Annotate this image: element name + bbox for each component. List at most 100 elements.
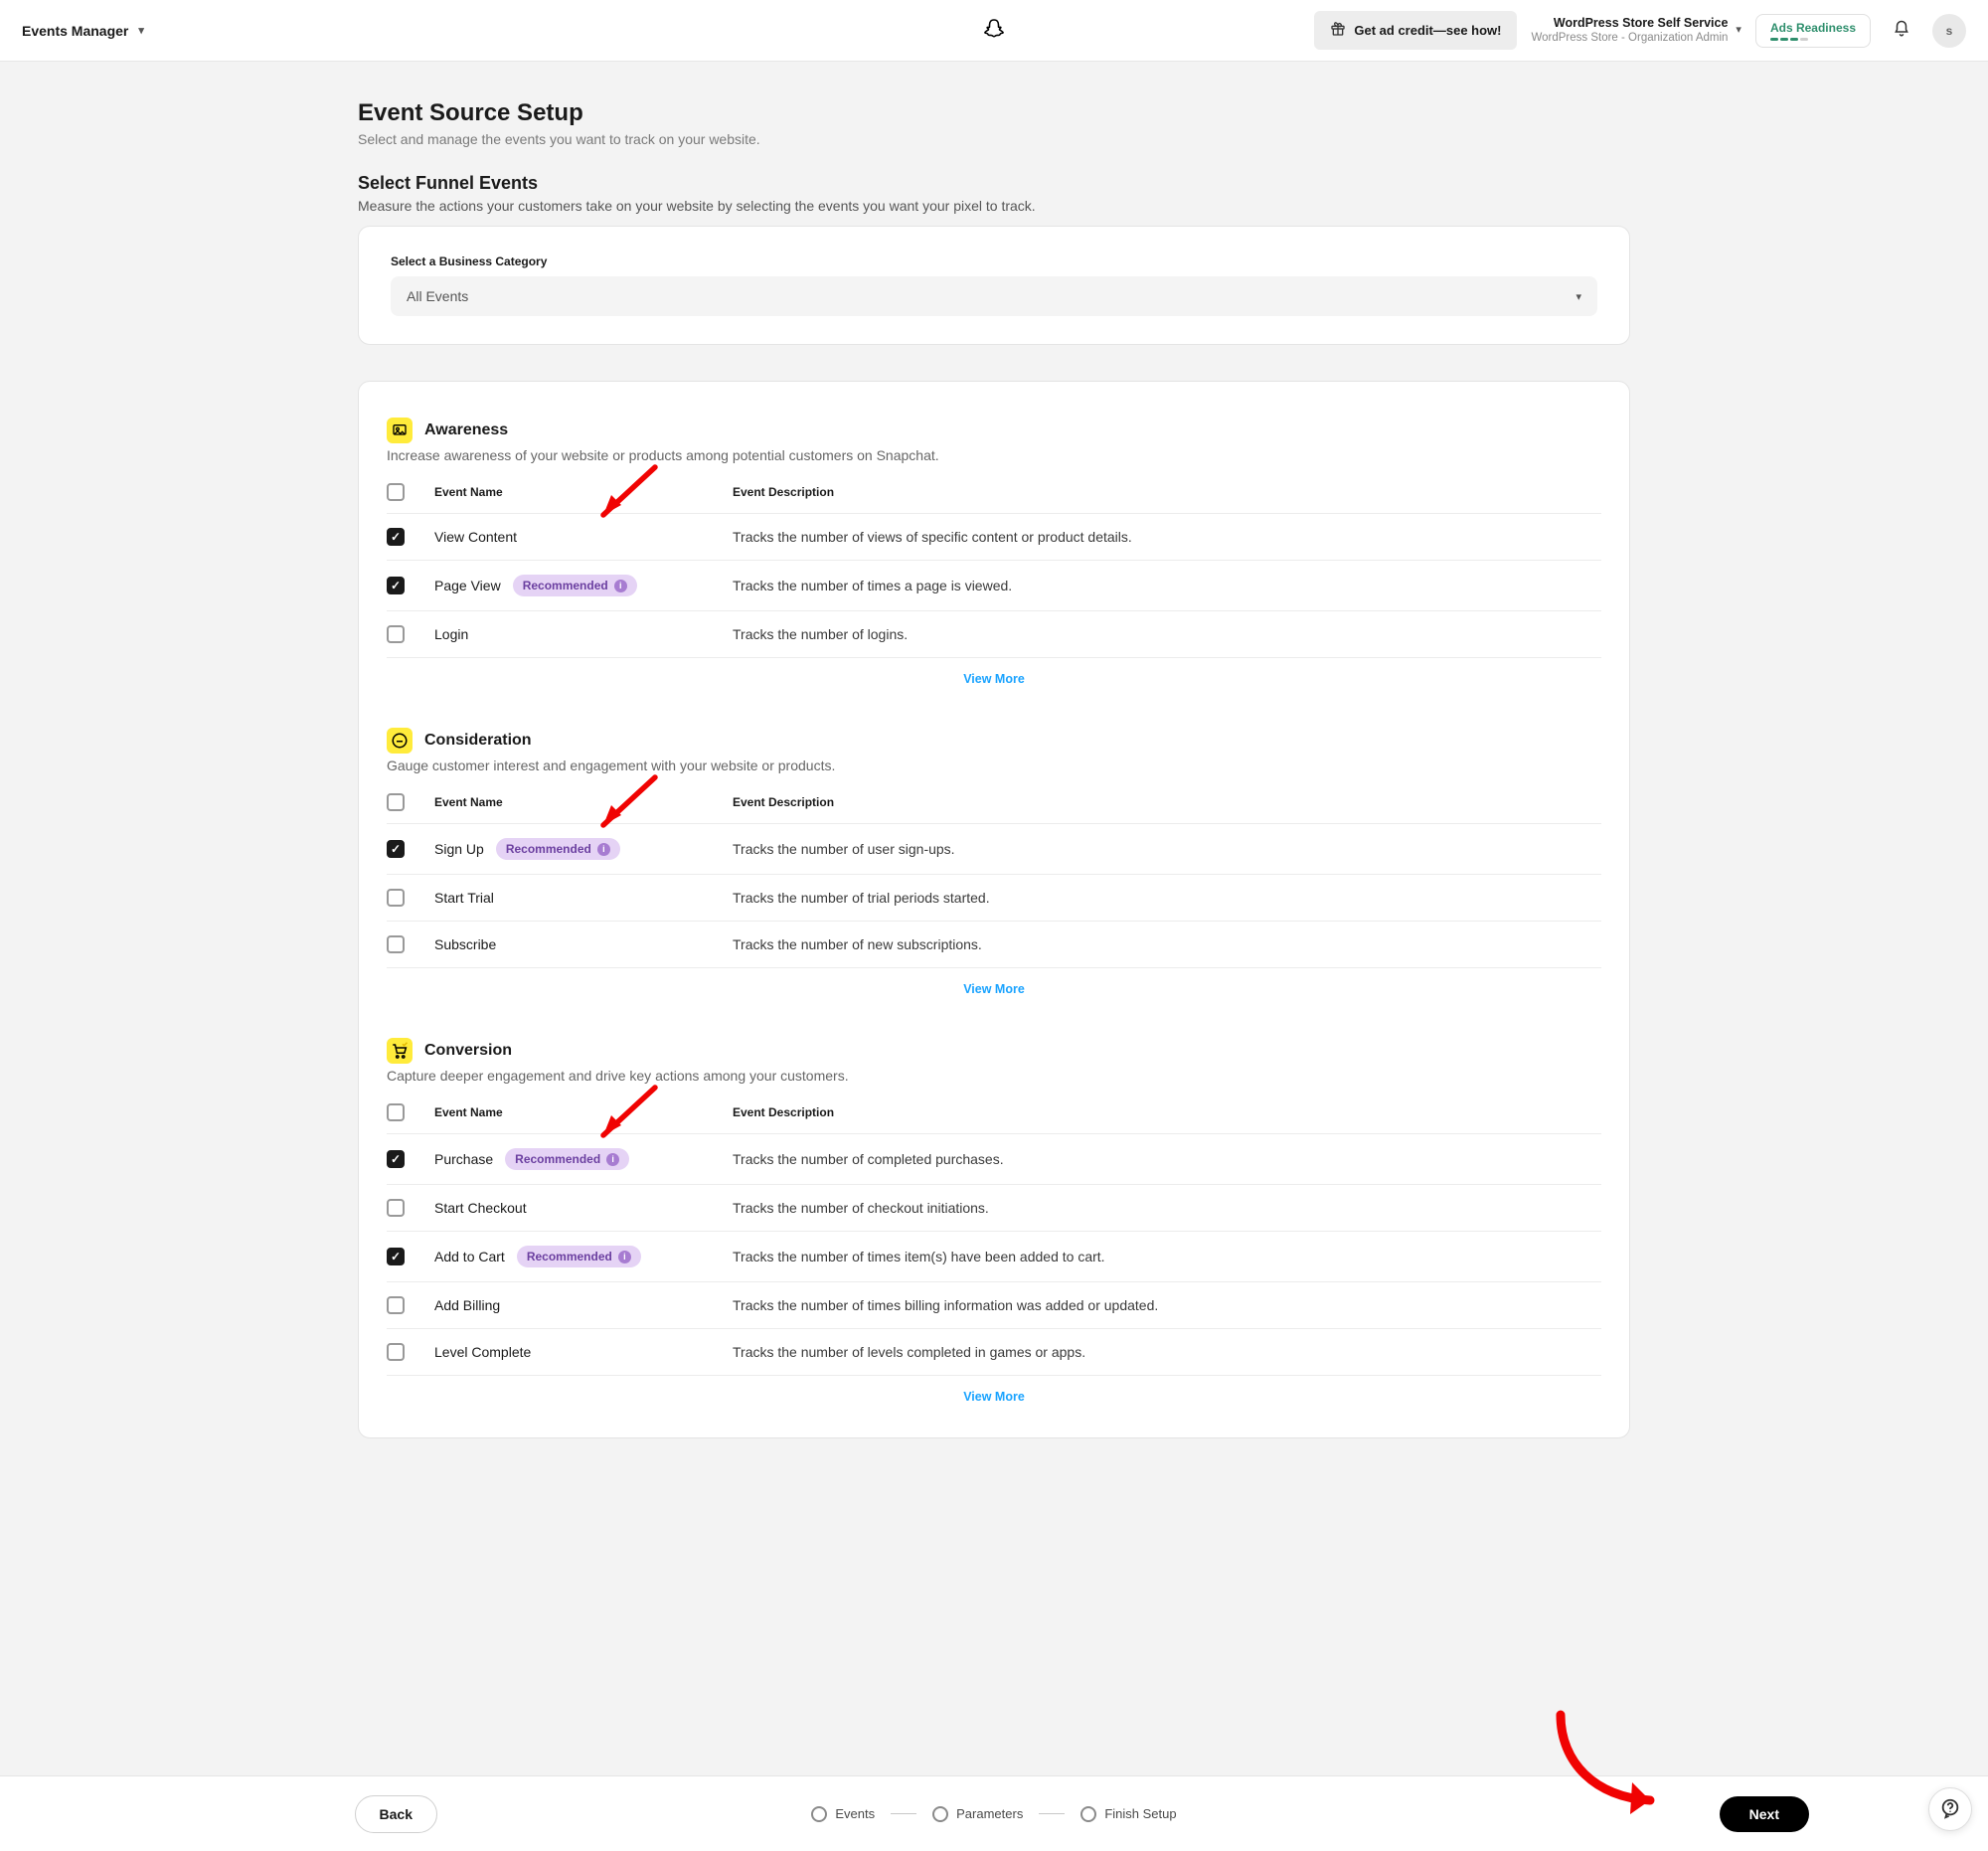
help-button[interactable] bbox=[1928, 1787, 1972, 1831]
stepper-divider bbox=[1039, 1813, 1065, 1814]
category-label: Select a Business Category bbox=[391, 254, 1597, 268]
event-checkbox[interactable] bbox=[387, 889, 405, 907]
select-all-checkbox[interactable] bbox=[387, 1103, 405, 1121]
logo-area bbox=[982, 17, 1006, 44]
notifications-button[interactable] bbox=[1885, 14, 1918, 48]
chevron-down-icon: ▾ bbox=[1575, 290, 1581, 303]
category-select[interactable]: All Events ▾ bbox=[391, 276, 1597, 316]
section-desc: Capture deeper engagement and drive key … bbox=[387, 1068, 1601, 1084]
section-desc: Increase awareness of your website or pr… bbox=[387, 447, 1601, 463]
view-more-link[interactable]: View More bbox=[963, 982, 1025, 996]
info-icon: i bbox=[606, 1153, 619, 1166]
event-checkbox[interactable] bbox=[387, 840, 405, 858]
progress-dashes-icon bbox=[1770, 38, 1856, 41]
nav-dropdown-events-manager[interactable]: Events Manager ▾ bbox=[22, 23, 144, 39]
event-desc: Tracks the number of checkout initiation… bbox=[733, 1200, 1601, 1216]
avatar-initial: s bbox=[1946, 24, 1953, 38]
event-name: Add Billing bbox=[434, 1297, 500, 1313]
funnel-desc: Measure the actions your customers take … bbox=[358, 198, 1630, 214]
event-checkbox[interactable] bbox=[387, 1150, 405, 1168]
table-head: Event Name Event Description bbox=[387, 781, 1601, 824]
event-checkbox[interactable] bbox=[387, 1296, 405, 1314]
funnel-subhead: Select Funnel Events Measure the actions… bbox=[358, 173, 1630, 214]
event-desc: Tracks the number of user sign-ups. bbox=[733, 841, 1601, 857]
nav-title: Events Manager bbox=[22, 23, 128, 39]
info-icon: i bbox=[597, 843, 610, 856]
event-desc: Tracks the number of views of specific c… bbox=[733, 529, 1601, 545]
section-desc: Gauge customer interest and engagement w… bbox=[387, 757, 1601, 773]
col-event-name: Event Name bbox=[434, 485, 733, 499]
radio-icon bbox=[1080, 1806, 1096, 1822]
event-name: Start Trial bbox=[434, 890, 494, 906]
org-title: WordPress Store Self Service bbox=[1531, 15, 1728, 31]
chevron-down-icon: ▾ bbox=[1736, 23, 1741, 37]
event-row: Subscribe Tracks the number of new subsc… bbox=[387, 922, 1601, 968]
next-label: Next bbox=[1749, 1806, 1779, 1822]
back-label: Back bbox=[380, 1806, 413, 1822]
avatar-button[interactable]: s bbox=[1932, 14, 1966, 48]
consideration-icon bbox=[387, 728, 413, 754]
section-consideration: Consideration Gauge customer interest an… bbox=[387, 714, 1601, 1000]
event-name: Start Checkout bbox=[434, 1200, 527, 1216]
step-events[interactable]: Events bbox=[811, 1806, 875, 1822]
org-switcher[interactable]: WordPress Store Self Service WordPress S… bbox=[1531, 15, 1740, 46]
next-button[interactable]: Next bbox=[1720, 1796, 1809, 1832]
recommended-badge: Recommendedi bbox=[517, 1246, 641, 1267]
event-desc: Tracks the number of completed purchases… bbox=[733, 1151, 1601, 1167]
page-body: Event Source Setup Select and manage the… bbox=[179, 62, 1809, 1617]
event-checkbox[interactable] bbox=[387, 1248, 405, 1265]
ads-readiness-label: Ads Readiness bbox=[1770, 21, 1856, 35]
event-checkbox[interactable] bbox=[387, 1199, 405, 1217]
select-all-checkbox[interactable] bbox=[387, 793, 405, 811]
step-label: Parameters bbox=[956, 1806, 1023, 1821]
footer-bar: Back Events Parameters Finish Setup Next bbox=[0, 1775, 1988, 1851]
event-name: Level Complete bbox=[434, 1344, 531, 1360]
page-subtitle: Select and manage the events you want to… bbox=[358, 131, 1630, 147]
ads-readiness-button[interactable]: Ads Readiness bbox=[1755, 14, 1871, 48]
event-name: Add to Cart bbox=[434, 1249, 505, 1264]
event-row: Add to Cart Recommendedi Tracks the numb… bbox=[387, 1232, 1601, 1282]
category-card: Select a Business Category All Events ▾ bbox=[358, 226, 1630, 345]
view-more-link[interactable]: View More bbox=[963, 672, 1025, 686]
funnel-title: Select Funnel Events bbox=[358, 173, 1630, 194]
col-event-desc: Event Description bbox=[733, 485, 1601, 499]
chevron-down-icon: ▾ bbox=[138, 24, 144, 37]
event-row: Level Complete Tracks the number of leve… bbox=[387, 1329, 1601, 1376]
event-desc: Tracks the number of new subscriptions. bbox=[733, 936, 1601, 952]
event-checkbox[interactable] bbox=[387, 577, 405, 594]
help-icon bbox=[1939, 1797, 1961, 1822]
setup-stepper: Events Parameters Finish Setup bbox=[437, 1806, 1551, 1822]
section-title: Awareness bbox=[424, 421, 508, 439]
gift-icon bbox=[1330, 21, 1346, 40]
event-desc: Tracks the number of times billing infor… bbox=[733, 1297, 1601, 1313]
awareness-icon bbox=[387, 418, 413, 443]
event-checkbox[interactable] bbox=[387, 935, 405, 953]
select-all-checkbox[interactable] bbox=[387, 483, 405, 501]
col-event-name: Event Name bbox=[434, 1105, 733, 1119]
section-title: Consideration bbox=[424, 732, 532, 750]
view-more-link[interactable]: View More bbox=[963, 1390, 1025, 1404]
stepper-divider bbox=[891, 1813, 916, 1814]
event-row: Add Billing Tracks the number of times b… bbox=[387, 1282, 1601, 1329]
bell-icon bbox=[1893, 20, 1910, 41]
event-row: Start Trial Tracks the number of trial p… bbox=[387, 875, 1601, 922]
event-row: Login Tracks the number of logins. bbox=[387, 611, 1601, 658]
event-desc: Tracks the number of levels completed in… bbox=[733, 1344, 1601, 1360]
step-finish[interactable]: Finish Setup bbox=[1080, 1806, 1176, 1822]
page-title: Event Source Setup bbox=[358, 99, 1630, 127]
event-name: Subscribe bbox=[434, 936, 496, 952]
event-row: Sign Up Recommendedi Tracks the number o… bbox=[387, 824, 1601, 875]
col-event-name: Event Name bbox=[434, 795, 733, 809]
back-button[interactable]: Back bbox=[355, 1795, 437, 1833]
info-icon: i bbox=[618, 1251, 631, 1263]
event-checkbox[interactable] bbox=[387, 1343, 405, 1361]
step-parameters[interactable]: Parameters bbox=[932, 1806, 1023, 1822]
ad-credit-button[interactable]: Get ad credit—see how! bbox=[1314, 11, 1517, 50]
topbar: Events Manager ▾ Get ad credit—see how! … bbox=[0, 0, 1988, 62]
event-checkbox[interactable] bbox=[387, 528, 405, 546]
event-checkbox[interactable] bbox=[387, 625, 405, 643]
event-desc: Tracks the number of trial periods start… bbox=[733, 890, 1601, 906]
recommended-badge: Recommendedi bbox=[496, 838, 620, 860]
event-row: Start Checkout Tracks the number of chec… bbox=[387, 1185, 1601, 1232]
event-row: Purchase Recommendedi Tracks the number … bbox=[387, 1134, 1601, 1185]
